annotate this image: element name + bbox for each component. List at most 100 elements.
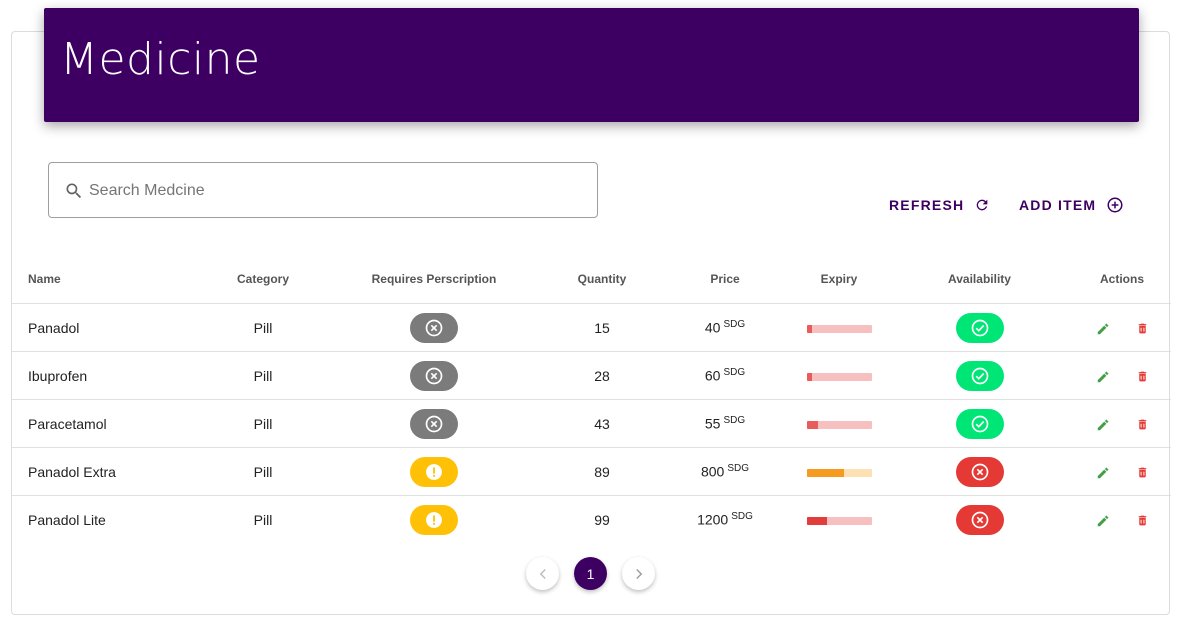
page-button-current[interactable]: 1	[574, 557, 607, 590]
cell-category: Pill	[253, 511, 273, 528]
price-unit: SDG	[727, 463, 750, 475]
cell-category: Pill	[204, 351, 322, 400]
expiry-bar	[806, 468, 872, 477]
availability-badge	[955, 456, 1004, 487]
availability-badge	[955, 504, 1004, 535]
trash-icon[interactable]	[1136, 514, 1149, 527]
pencil-icon[interactable]	[1096, 370, 1110, 384]
medicine-table: Name Category Requires Perscription Quan…	[12, 255, 1171, 543]
cell-availability	[886, 303, 1073, 352]
cell-availability	[886, 496, 1073, 544]
column-header-price[interactable]: Price	[658, 255, 792, 304]
prescription-badge	[410, 312, 458, 343]
cell-expiry	[792, 351, 886, 400]
expiry-bar	[806, 420, 872, 429]
pencil-icon[interactable]	[1096, 514, 1110, 528]
cell-requires-prescription	[322, 399, 546, 448]
expiry-bar-fill	[806, 516, 828, 525]
prescription-badge	[410, 504, 458, 535]
pencil-icon[interactable]	[1096, 466, 1110, 480]
trash-icon[interactable]	[1136, 322, 1149, 335]
pencil-icon[interactable]	[1096, 418, 1110, 432]
add-item-label: ADD ITEM	[1019, 197, 1097, 213]
price-value: 55	[704, 415, 721, 432]
search-input[interactable]	[87, 163, 591, 219]
cell-requires-prescription	[322, 351, 546, 400]
cell-actions	[1073, 303, 1171, 352]
search-box[interactable]	[48, 162, 598, 219]
pencil-icon[interactable]	[1096, 322, 1110, 336]
column-header-category[interactable]: Category	[204, 255, 322, 304]
cell-price: 55 SDG	[658, 399, 792, 448]
refresh-button[interactable]: REFRESH	[889, 194, 990, 216]
page-title: Medicine	[60, 34, 261, 85]
cell-expiry	[792, 496, 886, 544]
expiry-bar-fill	[806, 372, 812, 381]
table-row[interactable]: Ibuprofen Pill 28 60 SDG	[12, 351, 1171, 400]
price-value: 1200	[697, 511, 729, 528]
cell-category: Pill	[204, 399, 322, 448]
cell-actions	[1073, 399, 1171, 448]
cell-availability	[886, 399, 1073, 448]
trash-icon[interactable]	[1136, 466, 1149, 479]
expiry-bar-fill	[806, 420, 819, 429]
prescription-badge	[410, 360, 458, 391]
page-header: Medicine	[44, 8, 1139, 122]
cancel-circle-icon	[424, 318, 444, 338]
cell-price: 800 SDG	[658, 447, 792, 496]
cell-price: 40 SDG	[658, 303, 792, 352]
add-circle-icon	[1107, 197, 1123, 213]
cell-expiry	[792, 399, 886, 448]
cell-expiry	[792, 303, 886, 352]
cell-expiry	[792, 447, 886, 496]
column-header-expiry[interactable]: Expiry	[792, 255, 886, 304]
table-row[interactable]: Panadol Extra Pill 89 800 SDG	[12, 447, 1171, 496]
column-header-requires-prescription[interactable]: Requires Perscription	[322, 255, 546, 304]
cell-quantity: 43	[546, 399, 658, 448]
column-header-name[interactable]: Name	[12, 255, 204, 304]
availability-badge	[955, 408, 1004, 439]
column-header-quantity[interactable]: Quantity	[546, 255, 658, 304]
cell-name: Panadol Extra	[12, 447, 204, 496]
cancel-circle-icon	[424, 366, 444, 386]
expiry-bar	[806, 516, 872, 525]
cell-requires-prescription	[322, 303, 546, 352]
column-header-availability[interactable]: Availability	[886, 255, 1073, 304]
cell-price: 1200 SDG	[658, 496, 792, 544]
table-header-row: Name Category Requires Perscription Quan…	[12, 255, 1171, 304]
expiry-bar	[806, 324, 872, 333]
cell-quantity: 28	[546, 351, 658, 400]
cell-name: Panadol	[12, 303, 204, 352]
cell-actions	[1073, 351, 1171, 400]
prescription-badge	[410, 456, 458, 487]
add-item-button[interactable]: ADD ITEM	[1019, 194, 1124, 216]
cell-actions	[1073, 447, 1171, 496]
exclamation-icon	[424, 462, 444, 482]
cell-category: Pill	[204, 447, 322, 496]
cell-quantity: 15	[546, 303, 658, 352]
availability-badge	[955, 312, 1004, 343]
price-value: 800	[700, 463, 725, 480]
chevron-left-icon	[539, 568, 546, 579]
cell-name: Panadol Lite	[28, 511, 106, 528]
check-circle-icon	[970, 414, 990, 434]
trash-icon[interactable]	[1136, 370, 1149, 383]
column-header-actions: Actions	[1073, 255, 1171, 304]
refresh-icon	[976, 199, 988, 211]
cell-requires-prescription	[322, 496, 546, 544]
trash-icon[interactable]	[1136, 418, 1149, 431]
prev-page-button[interactable]	[526, 557, 559, 590]
table-row[interactable]: Panadol Pill 15 40 SDG	[12, 303, 1171, 352]
next-page-button[interactable]	[622, 557, 655, 590]
cell-requires-prescription	[322, 447, 546, 496]
price-value: 40	[704, 319, 721, 336]
table-row[interactable]: Panadol Lite Pill 99 1200 SDG	[12, 496, 1171, 544]
refresh-label: REFRESH	[889, 197, 965, 213]
price-value: 60	[704, 367, 721, 384]
table-row[interactable]: Paracetamol Pill 43 55 SDG	[12, 399, 1171, 448]
cell-price: 60 SDG	[658, 351, 792, 400]
expiry-bar-fill	[806, 468, 845, 477]
price-unit: SDG	[723, 319, 746, 331]
price-unit: SDG	[723, 367, 746, 379]
chevron-right-icon	[635, 568, 642, 579]
